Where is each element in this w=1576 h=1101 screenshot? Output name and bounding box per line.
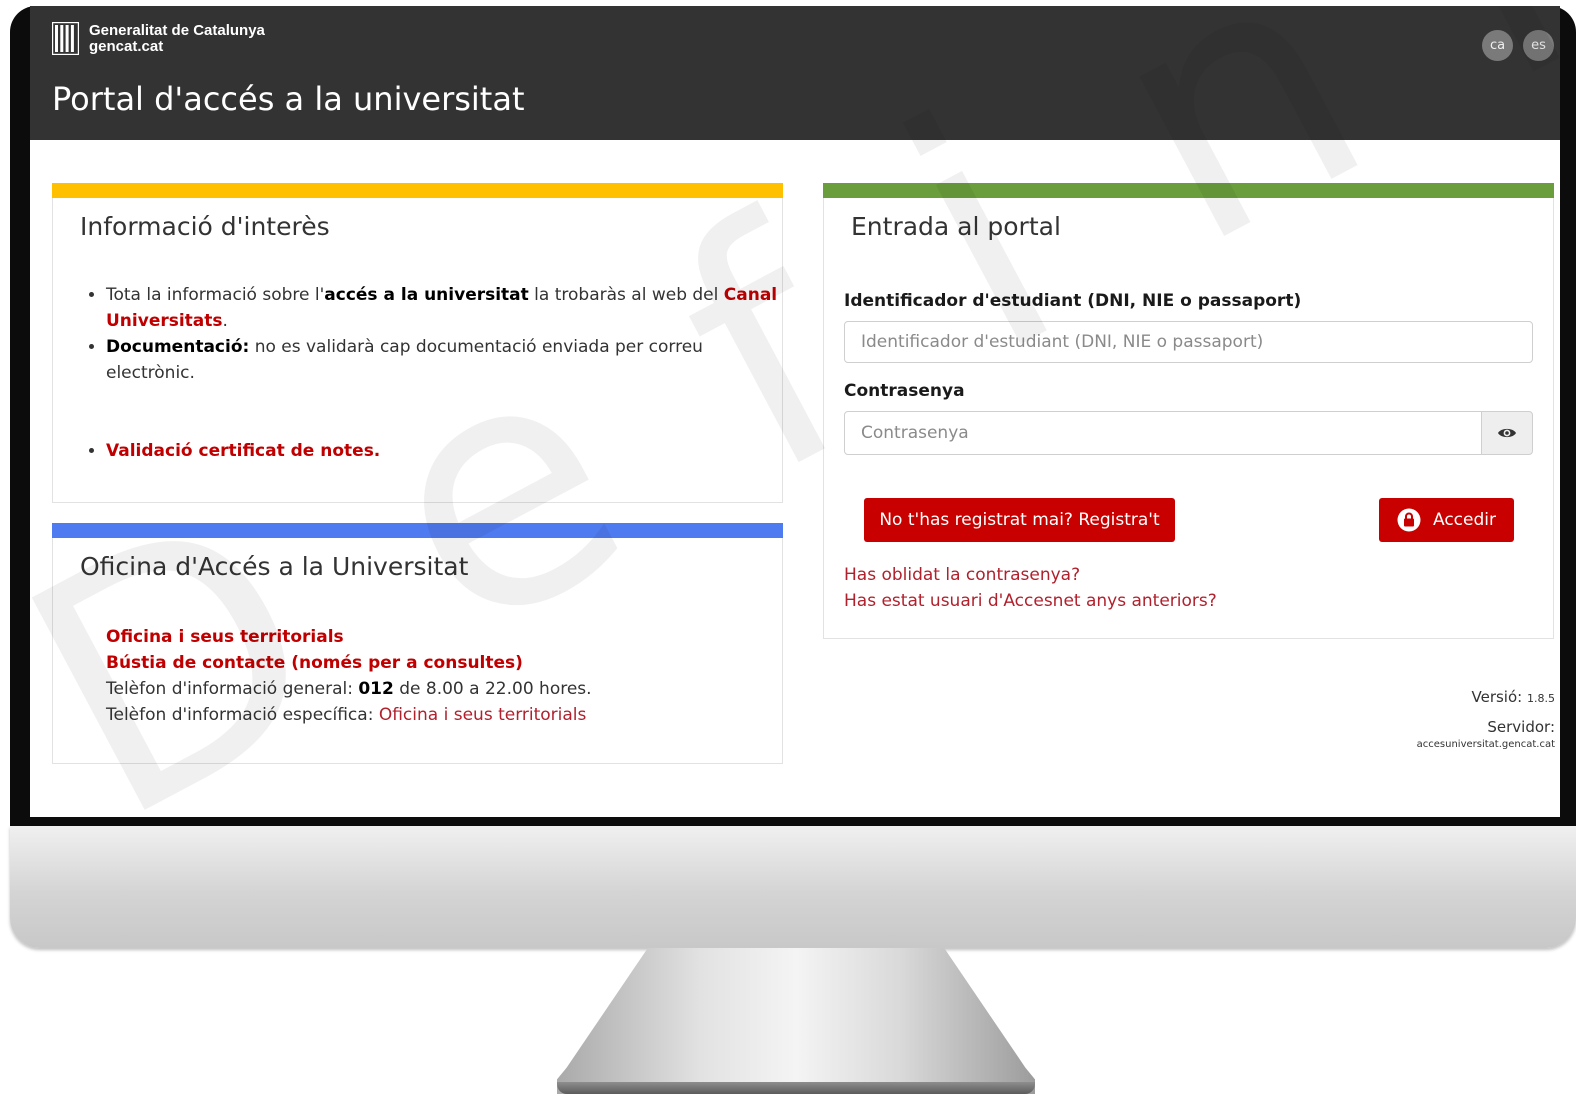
version-value: 1.8.5 [1527, 692, 1555, 705]
office-panel: Oficina d'Accés a la Universitat Oficina… [52, 523, 783, 764]
list-item: Validació certificat de notes. [106, 438, 796, 464]
phone-specific-link[interactable]: Oficina i seus territorials [379, 705, 587, 725]
student-id-label: Identificador d'estudiant (DNI, NIE o pa… [844, 291, 1302, 311]
brand-site[interactable]: gencat.cat [89, 39, 163, 55]
monitor-chin [10, 826, 1576, 948]
list-item: Tota la informació sobre l'accés a la un… [106, 282, 796, 334]
contact-mailbox-link[interactable]: Bústia de contacte (només per a consulte… [106, 653, 523, 673]
phone-specific-label: Telèfon d'informació específica: [106, 705, 379, 725]
office-panel-accent [52, 523, 783, 538]
server-label: Servidor: [1487, 718, 1555, 736]
site-header: Generalitat de Catalunya gencat.cat Port… [30, 6, 1560, 140]
accesnet-user-link[interactable]: Has estat usuari d'Accesnet anys anterio… [844, 591, 1217, 611]
login-panel: Entrada al portal Identificador d'estudi… [823, 183, 1554, 639]
student-id-input[interactable] [844, 321, 1533, 363]
phone-general-hours: de 8.00 a 22.00 hores. [393, 679, 592, 699]
login-panel-title: Entrada al portal [851, 212, 1061, 241]
eye-icon [1498, 428, 1516, 438]
info-list: Tota la informació sobre l'accés a la un… [80, 282, 796, 464]
info-bold-text: Documentació: [106, 337, 250, 357]
office-info: Oficina i seus territorials Bústia de co… [106, 624, 592, 728]
info-text: la trobaràs al web del [528, 285, 724, 305]
offices-link[interactable]: Oficina i seus territorials [106, 627, 344, 647]
brand-name[interactable]: Generalitat de Catalunya [89, 23, 265, 39]
screen: Generalitat de Catalunya gencat.cat Port… [30, 6, 1560, 817]
generalitat-logo-icon[interactable] [52, 22, 79, 55]
monitor-stand [557, 948, 1035, 1094]
version-info: Versió: 1.8.5 [1472, 688, 1556, 706]
list-item: Documentació: no es validarà cap documen… [106, 334, 796, 386]
info-panel-accent [52, 183, 783, 198]
office-panel-title: Oficina d'Accés a la Universitat [80, 552, 469, 581]
lock-icon [1397, 508, 1421, 532]
info-panel: Informació d'interès Tota la informació … [52, 183, 783, 503]
info-panel-title: Informació d'interès [80, 212, 330, 241]
info-text: Tota la informació sobre l' [106, 285, 325, 305]
server-value: accesuniversitat.gencat.cat [1416, 739, 1555, 750]
password-label: Contrasenya [844, 381, 965, 401]
info-text: . [222, 311, 228, 331]
register-button[interactable]: No t'has registrat mai? Registra't [864, 498, 1175, 542]
language-es-button[interactable]: es [1523, 30, 1554, 61]
phone-general-label: Telèfon d'informació general: [106, 679, 359, 699]
forgot-password-link[interactable]: Has oblidat la contrasenya? [844, 565, 1080, 585]
show-password-button[interactable] [1481, 411, 1533, 455]
password-input[interactable] [844, 411, 1482, 455]
monitor-stand-base [557, 1082, 1035, 1094]
phone-general-number: 012 [358, 679, 394, 699]
login-button-label: Accedir [1433, 510, 1496, 530]
login-button[interactable]: Accedir [1379, 498, 1514, 542]
page-title: Portal d'accés a la universitat [52, 80, 525, 118]
info-bold-text: accés a la universitat [324, 285, 529, 305]
version-label: Versió: [1471, 688, 1523, 706]
validacio-certificat-link[interactable]: Validació certificat de notes. [106, 441, 380, 461]
language-ca-button[interactable]: ca [1482, 30, 1513, 61]
login-panel-accent [823, 183, 1554, 198]
